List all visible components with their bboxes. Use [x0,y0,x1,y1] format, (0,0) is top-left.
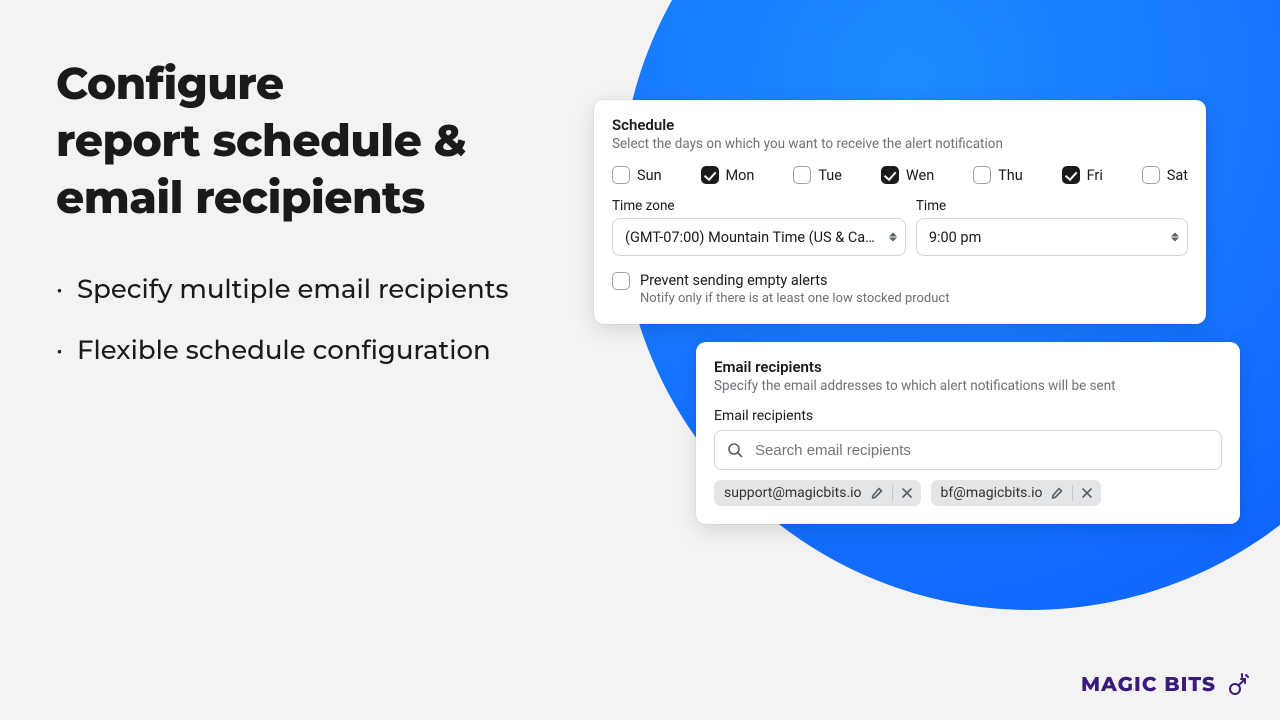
day-option-thu[interactable]: Thu [973,166,1023,184]
day-checkbox[interactable] [701,166,719,184]
select-stepper-icon [889,233,897,242]
day-checkbox[interactable] [793,166,811,184]
day-label: Tue [818,167,842,184]
prevent-empty-label: Prevent sending empty alerts [640,272,950,289]
brand-logo: MAGIC BITS [1081,672,1250,698]
day-option-tue[interactable]: Tue [793,166,842,184]
headline-line: Configure [56,57,284,111]
recipient-chip: bf@magicbits.io [931,480,1102,506]
timezone-value: (GMT-07:00) Mountain Time (US & Ca… [625,229,875,246]
bullet-text: Flexible schedule configuration [77,334,491,366]
recipient-chips: support@magicbits.io bf@magicbits.io [714,480,1222,506]
select-stepper-icon [1171,233,1179,242]
day-label: Thu [998,167,1023,184]
edit-icon[interactable] [870,486,884,500]
timezone-select[interactable]: (GMT-07:00) Mountain Time (US & Ca… [612,218,906,256]
day-label: Fri [1087,167,1103,184]
day-label: Mon [726,167,755,184]
sparkle-icon [1224,672,1250,698]
day-option-wen[interactable]: Wen [881,166,934,184]
recipients-title: Email recipients [714,358,1222,376]
schedule-card: Schedule Select the days on which you wa… [594,100,1206,324]
recipient-email: bf@magicbits.io [941,485,1043,501]
bullet-item: · Flexible schedule configuration [56,333,576,368]
headline-line: email recipients [56,171,425,225]
day-checkbox[interactable] [612,166,630,184]
hero-copy: Configure report schedule & email recipi… [56,56,576,394]
recipient-chip: support@magicbits.io [714,480,921,506]
day-label: Wen [906,167,934,184]
headline-line: report schedule & [56,114,466,168]
schedule-subtitle: Select the days on which you want to rec… [612,136,1188,152]
recipients-search-input[interactable] [753,441,1209,460]
day-checkbox[interactable] [1062,166,1080,184]
day-checkbox[interactable] [1142,166,1160,184]
edit-icon[interactable] [1050,486,1064,500]
day-selector-row: Sun Mon Tue Wen Thu Fri Sat [612,166,1188,184]
bullet-item: · Specify multiple email recipients [56,272,576,307]
day-option-mon[interactable]: Mon [701,166,755,184]
day-option-fri[interactable]: Fri [1062,166,1103,184]
schedule-title: Schedule [612,116,1188,134]
time-label: Time [916,198,1188,214]
prevent-empty-checkbox[interactable] [612,272,630,290]
remove-icon[interactable] [901,487,913,499]
time-value: 9:00 pm [929,229,981,246]
day-label: Sun [637,167,662,184]
chip-divider [892,485,893,501]
day-option-sun[interactable]: Sun [612,166,662,184]
timezone-label: Time zone [612,198,906,214]
recipients-search[interactable] [714,430,1222,470]
recipient-email: support@magicbits.io [724,485,862,501]
chip-divider [1072,485,1073,501]
time-select[interactable]: 9:00 pm [916,218,1188,256]
day-label: Sat [1167,167,1188,184]
page-title: Configure report schedule & email recipi… [56,56,576,228]
remove-icon[interactable] [1081,487,1093,499]
brand-name: MAGIC BITS [1081,673,1216,697]
day-checkbox[interactable] [881,166,899,184]
recipients-subtitle: Specify the email addresses to which ale… [714,378,1222,394]
prevent-empty-help: Notify only if there is at least one low… [640,291,950,306]
day-checkbox[interactable] [973,166,991,184]
bullet-text: Specify multiple email recipients [77,273,509,305]
search-icon [727,442,743,458]
recipients-field-label: Email recipients [714,408,1222,424]
day-option-sat[interactable]: Sat [1142,166,1188,184]
recipients-card: Email recipients Specify the email addre… [696,342,1240,524]
